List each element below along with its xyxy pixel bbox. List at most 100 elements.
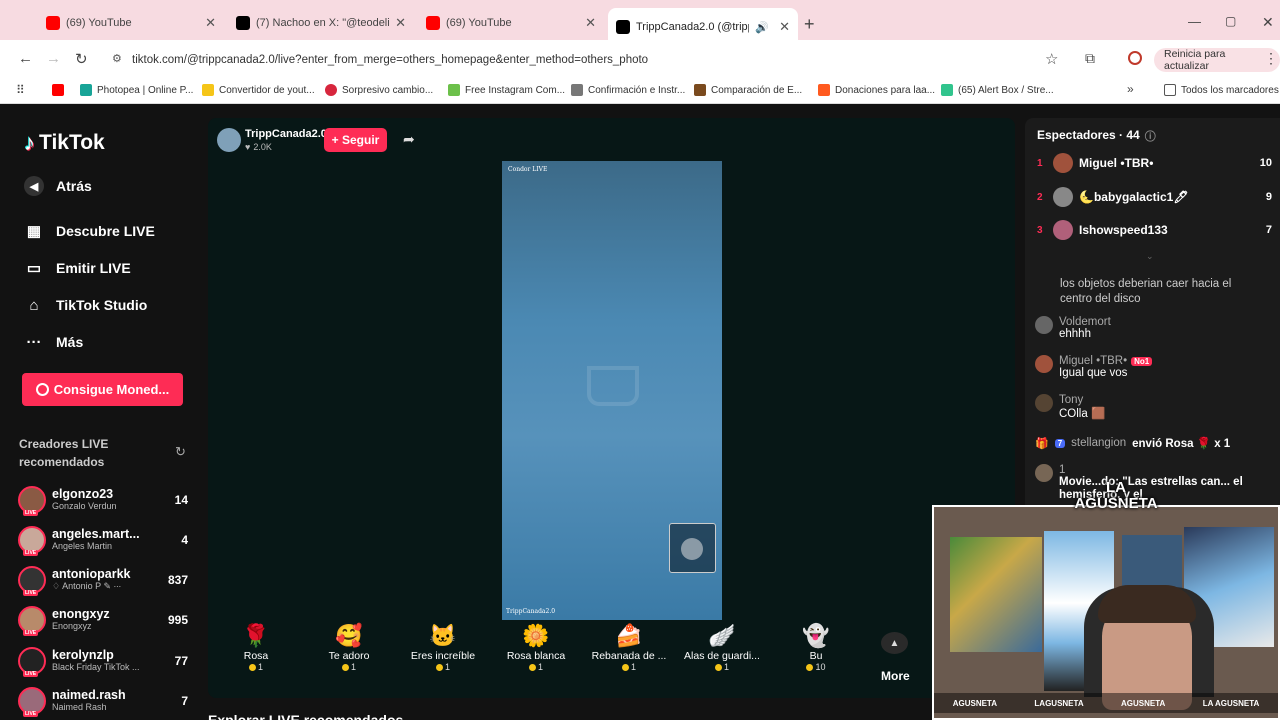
folder-icon xyxy=(1164,84,1176,96)
bookmark[interactable]: Donaciones para laa... xyxy=(818,84,935,96)
chat-username[interactable]: 1 xyxy=(1059,464,1244,476)
browser-tab[interactable]: (69) YouTube ✕ xyxy=(418,8,604,38)
coin-icon xyxy=(35,383,49,396)
refresh-icon[interactable]: ↻ xyxy=(175,444,186,460)
chevron-up-icon[interactable]: ▲ xyxy=(881,632,908,654)
nav-go-live[interactable]: ▭ Emitir LIVE xyxy=(24,258,131,278)
share-icon[interactable]: ➦ xyxy=(403,131,415,148)
forward-arrow-icon[interactable]: → xyxy=(46,50,61,67)
creator-name: kerolynzlp xyxy=(52,648,114,663)
nav-label: TikTok Studio xyxy=(56,297,148,313)
creator-item[interactable]: LIVE angeles.mart... Angeles Martin 4 xyxy=(18,521,188,559)
price-value: 1 xyxy=(350,662,356,672)
chat-message: los objetos deberian caer hacia el centr… xyxy=(1035,277,1255,307)
gift-price: 1 xyxy=(714,662,729,672)
profile-icon[interactable] xyxy=(1128,51,1142,65)
creator-item[interactable]: LIVE naimed.rash Naimed Rash 7 xyxy=(18,682,188,720)
coin-icon xyxy=(341,663,349,671)
maximize-icon[interactable]: ▢ xyxy=(1225,14,1236,28)
host-avatar[interactable] xyxy=(217,128,241,152)
price-value: 1 xyxy=(257,662,263,672)
browser-tab[interactable]: (7) Nachoo en X: "@teodeliaa @ ✕ xyxy=(228,8,414,38)
nav-more[interactable]: ··· Más xyxy=(24,332,84,352)
viewer-row[interactable]: 2 🌜babygalactic1🖊 9 xyxy=(1037,187,1272,207)
close-icon[interactable]: ✕ xyxy=(779,19,790,35)
info-icon[interactable]: ⓘ xyxy=(1145,128,1156,144)
gift-price: 1 xyxy=(341,662,356,672)
nav-label: Descubre LIVE xyxy=(56,223,155,239)
back-arrow-icon[interactable]: ← xyxy=(18,50,33,67)
nav-tiktok-studio[interactable]: ⌂ TikTok Studio xyxy=(24,295,147,315)
live-badge: LIVE xyxy=(23,510,39,516)
streamer-hair xyxy=(1098,585,1196,623)
apps-grid-icon[interactable]: ⠿ xyxy=(16,83,25,97)
reload-icon[interactable]: ↻ xyxy=(75,50,88,68)
minimize-icon[interactable]: — xyxy=(1188,14,1201,29)
menu-icon[interactable]: ⋮ xyxy=(1264,50,1278,67)
gift-price: 10 xyxy=(806,662,826,672)
bookmark[interactable]: Convertidor de yout... xyxy=(202,84,315,96)
chat-username[interactable]: stellangion xyxy=(1071,437,1126,449)
update-button[interactable]: Reinicia para actualizar xyxy=(1154,48,1280,72)
avatar xyxy=(1053,153,1073,173)
chat-username[interactable]: Tony xyxy=(1059,394,1105,406)
speaker-icon[interactable]: 🔊 xyxy=(755,21,769,34)
site-info-icon[interactable]: ⚙ xyxy=(112,52,122,65)
gift-item[interactable]: 🐱 Eres increíble 1 xyxy=(407,622,479,672)
chevron-down-icon[interactable]: ⌄ xyxy=(1146,251,1154,262)
window-close-icon[interactable]: ✕ xyxy=(1262,14,1274,31)
extensions-icon[interactable]: ⧉ xyxy=(1085,50,1095,67)
star-icon[interactable]: ☆ xyxy=(1045,50,1058,68)
avatar: LIVE xyxy=(18,687,46,717)
browser-tab[interactable]: (69) YouTube ✕ xyxy=(38,8,224,38)
bookmark[interactable]: (65) Alert Box / Stre... xyxy=(941,84,1054,96)
url-text: tiktok.com/@trippcanada2.0/live?enter_fr… xyxy=(132,54,649,66)
creator-item[interactable]: LIVE antonioparkk ♢ Antonio P ✎ ∙∙∙ 837 xyxy=(18,561,188,599)
back-button[interactable]: ◀ Atrás xyxy=(24,176,92,196)
viewer-count: 14 xyxy=(174,493,188,507)
creator-item[interactable]: LIVE enongxyz Enongxyz 995 xyxy=(18,601,188,639)
live-video[interactable]: Condor LIVE TrippCanada2.0 xyxy=(502,161,722,620)
gift-price: 1 xyxy=(528,662,543,672)
gift-item[interactable]: 🍰 Rebanada de ... 1 xyxy=(589,622,669,672)
heading-line: Creadores LIVE xyxy=(19,437,109,451)
gift-name: Rosa blanca xyxy=(506,650,566,662)
guest-avatar-box[interactable] xyxy=(669,523,716,573)
nav-discover-live[interactable]: ▦ Descubre LIVE xyxy=(24,221,155,241)
creator-item[interactable]: LIVE elgonzo23 Gonzalo Verdun 14 xyxy=(18,481,188,519)
bookmark[interactable]: Sorpresivo cambio... xyxy=(325,84,433,96)
price-value: 1 xyxy=(630,662,636,672)
get-coins-button[interactable]: Consigue Moned... xyxy=(22,373,183,406)
url-bar[interactable]: ⚙ tiktok.com/@trippcanada2.0/live?enter_… xyxy=(104,47,1144,73)
close-icon[interactable]: ✕ xyxy=(395,15,406,31)
close-icon[interactable]: ✕ xyxy=(205,15,216,31)
new-tab-button[interactable]: + xyxy=(804,14,815,35)
viewer-row[interactable]: 3 Ishowspeed133 7 xyxy=(1037,220,1272,240)
viewer-row[interactable]: 1 Miguel •TBR• 10 xyxy=(1037,153,1272,173)
bookmark[interactable]: Free Instagram Com... xyxy=(448,84,565,96)
gift-item[interactable]: 🥰 Te adoro 1 xyxy=(314,622,384,672)
chevron-right-icon[interactable]: » xyxy=(1127,82,1134,96)
gift-item[interactable]: 🪽 Alas de guardi... 1 xyxy=(682,622,762,672)
viewer-count: 77 xyxy=(174,654,188,668)
bookmark[interactable] xyxy=(52,84,64,96)
bookmark[interactable]: Confirmación e Instr... xyxy=(571,84,685,96)
news-icon xyxy=(325,84,337,96)
gift-item[interactable]: 🌹 Rosa 1 xyxy=(221,622,291,672)
coin-icon xyxy=(621,663,629,671)
gift-item[interactable]: 👻 Bu 10 xyxy=(781,622,851,672)
follow-button[interactable]: + Seguir xyxy=(324,128,387,152)
creator-item[interactable]: LIVE kerolynzlp Black Friday TikTok ... 7… xyxy=(18,642,188,680)
chat-username[interactable]: Voldemort xyxy=(1059,316,1111,328)
gift-item[interactable]: 🌼 Rosa blanca 1 xyxy=(501,622,571,672)
more-gifts-button[interactable]: More xyxy=(881,669,910,683)
all-bookmarks[interactable]: Todos los marcadores xyxy=(1164,84,1279,96)
bookmark[interactable]: Photopea | Online P... xyxy=(80,84,193,96)
bookmark[interactable]: Comparación de E... xyxy=(694,84,802,96)
host-name[interactable]: TrippCanada2.0 xyxy=(245,128,327,140)
chat-username[interactable]: Miguel •TBR• xyxy=(1059,355,1127,367)
tiktok-logo[interactable]: ♪ TikTok xyxy=(24,130,105,156)
close-icon[interactable]: ✕ xyxy=(585,15,596,31)
logo-text: TikTok xyxy=(39,131,105,154)
channel-watermark: LA AGUSNETA xyxy=(1074,479,1158,512)
